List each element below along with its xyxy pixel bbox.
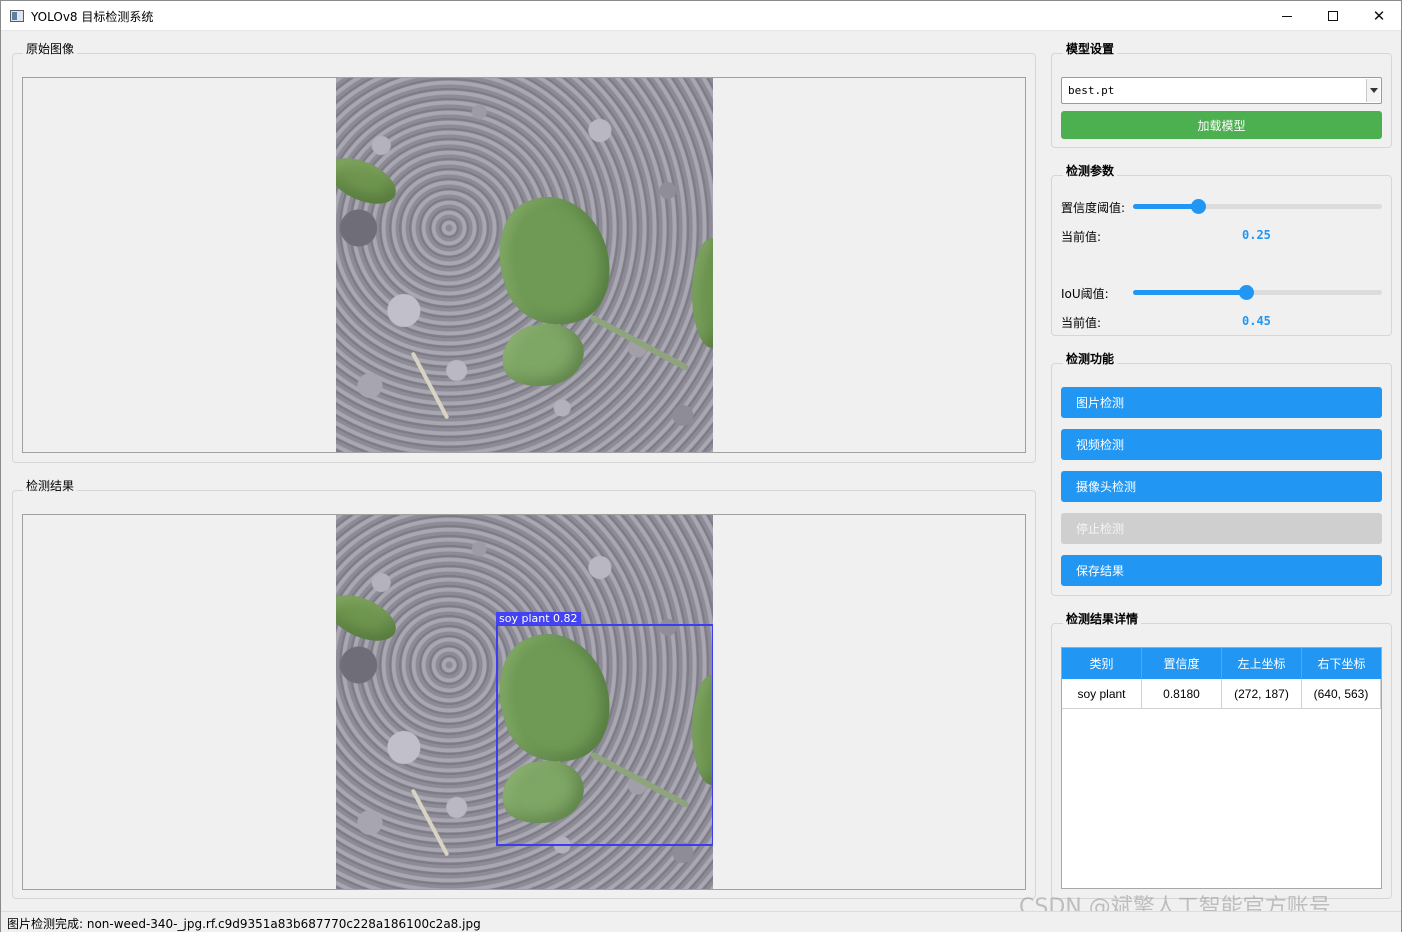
- confidence-current-label: 当前值:: [1061, 230, 1102, 244]
- cell-bottom-right[interactable]: (640, 563): [1302, 679, 1381, 709]
- chevron-down-icon[interactable]: [1366, 79, 1380, 102]
- close-button[interactable]: ✕: [1356, 1, 1402, 31]
- detect-params-title: 检测参数: [1063, 162, 1118, 179]
- confidence-value: 0.25: [1242, 228, 1271, 242]
- original-image-frame: [22, 77, 1026, 453]
- save-result-button[interactable]: 保存结果: [1061, 555, 1382, 586]
- result-image: soy plant 0.82: [336, 515, 713, 889]
- maximize-icon: [1328, 11, 1338, 21]
- detection-box-label: soy plant 0.82: [496, 612, 581, 625]
- result-table-header: 类别 置信度 左上坐标 右下坐标: [1062, 648, 1381, 679]
- column-header-confidence[interactable]: 置信度: [1142, 648, 1222, 679]
- detection-box: [496, 624, 713, 846]
- confidence-slider[interactable]: [1133, 199, 1382, 214]
- cell-class[interactable]: soy plant: [1062, 679, 1142, 709]
- column-header-top-left[interactable]: 左上坐标: [1222, 648, 1302, 679]
- original-image-title: 原始图像: [23, 40, 78, 57]
- status-text: 图片检测完成: non-weed-340-_jpg.rf.c9d9351a83b…: [7, 917, 481, 931]
- result-table[interactable]: 类别 置信度 左上坐标 右下坐标 soy plant 0.8180 (272, …: [1061, 647, 1382, 889]
- table-row[interactable]: soy plant 0.8180 (272, 187) (640, 563): [1062, 679, 1381, 709]
- minimize-button[interactable]: [1264, 1, 1310, 31]
- stem-shape: [589, 314, 690, 372]
- leaf-shape: [497, 317, 589, 393]
- stop-detect-button[interactable]: 停止检测: [1061, 513, 1382, 544]
- confidence-label: 置信度阈值:: [1061, 201, 1126, 215]
- model-settings-title: 模型设置: [1063, 40, 1118, 57]
- stick-shape: [410, 788, 450, 857]
- iou-value: 0.45: [1242, 314, 1271, 328]
- camera-detect-button[interactable]: 摄像头检测: [1061, 471, 1382, 502]
- model-select-value: best.pt: [1068, 84, 1115, 97]
- confidence-slider-fill: [1133, 204, 1198, 209]
- result-image-title: 检测结果: [23, 477, 78, 494]
- result-details-title: 检测结果详情: [1063, 610, 1142, 627]
- iou-label: IoU阈值:: [1061, 287, 1109, 301]
- column-header-class[interactable]: 类别: [1062, 648, 1142, 679]
- model-select[interactable]: best.pt: [1061, 77, 1382, 104]
- leaf-shape: [692, 238, 713, 348]
- leaf-shape: [336, 586, 403, 650]
- cell-top-left[interactable]: (272, 187): [1222, 679, 1302, 709]
- close-icon: ✕: [1372, 6, 1386, 25]
- minimize-icon: [1282, 15, 1292, 17]
- video-detect-button[interactable]: 视频检测: [1061, 429, 1382, 460]
- original-image: [336, 78, 713, 452]
- iou-current-label: 当前值:: [1061, 316, 1102, 330]
- column-header-bottom-right[interactable]: 右下坐标: [1302, 648, 1381, 679]
- status-bar: 图片检测完成: non-weed-340-_jpg.rf.c9d9351a83b…: [1, 911, 1401, 932]
- iou-slider[interactable]: [1133, 285, 1382, 300]
- app-icon: [10, 10, 24, 22]
- load-model-button[interactable]: 加载模型: [1061, 111, 1382, 139]
- maximize-button[interactable]: [1310, 1, 1356, 31]
- iou-slider-handle[interactable]: [1239, 285, 1254, 300]
- leaf-shape: [482, 182, 626, 340]
- stick-shape: [410, 351, 450, 420]
- result-image-frame: soy plant 0.82: [22, 514, 1026, 890]
- app-window: YOLOv8 目标检测系统 ✕ 原始图像 检测结果 soy plant 0.82: [0, 0, 1402, 932]
- confidence-slider-handle[interactable]: [1191, 199, 1206, 214]
- detect-functions-title: 检测功能: [1063, 350, 1118, 367]
- image-detect-button[interactable]: 图片检测: [1061, 387, 1382, 418]
- window-title: YOLOv8 目标检测系统: [31, 10, 154, 24]
- iou-slider-fill: [1133, 290, 1246, 295]
- leaf-shape: [336, 149, 403, 213]
- title-bar[interactable]: YOLOv8 目标检测系统 ✕: [1, 1, 1401, 31]
- cell-confidence[interactable]: 0.8180: [1142, 679, 1222, 709]
